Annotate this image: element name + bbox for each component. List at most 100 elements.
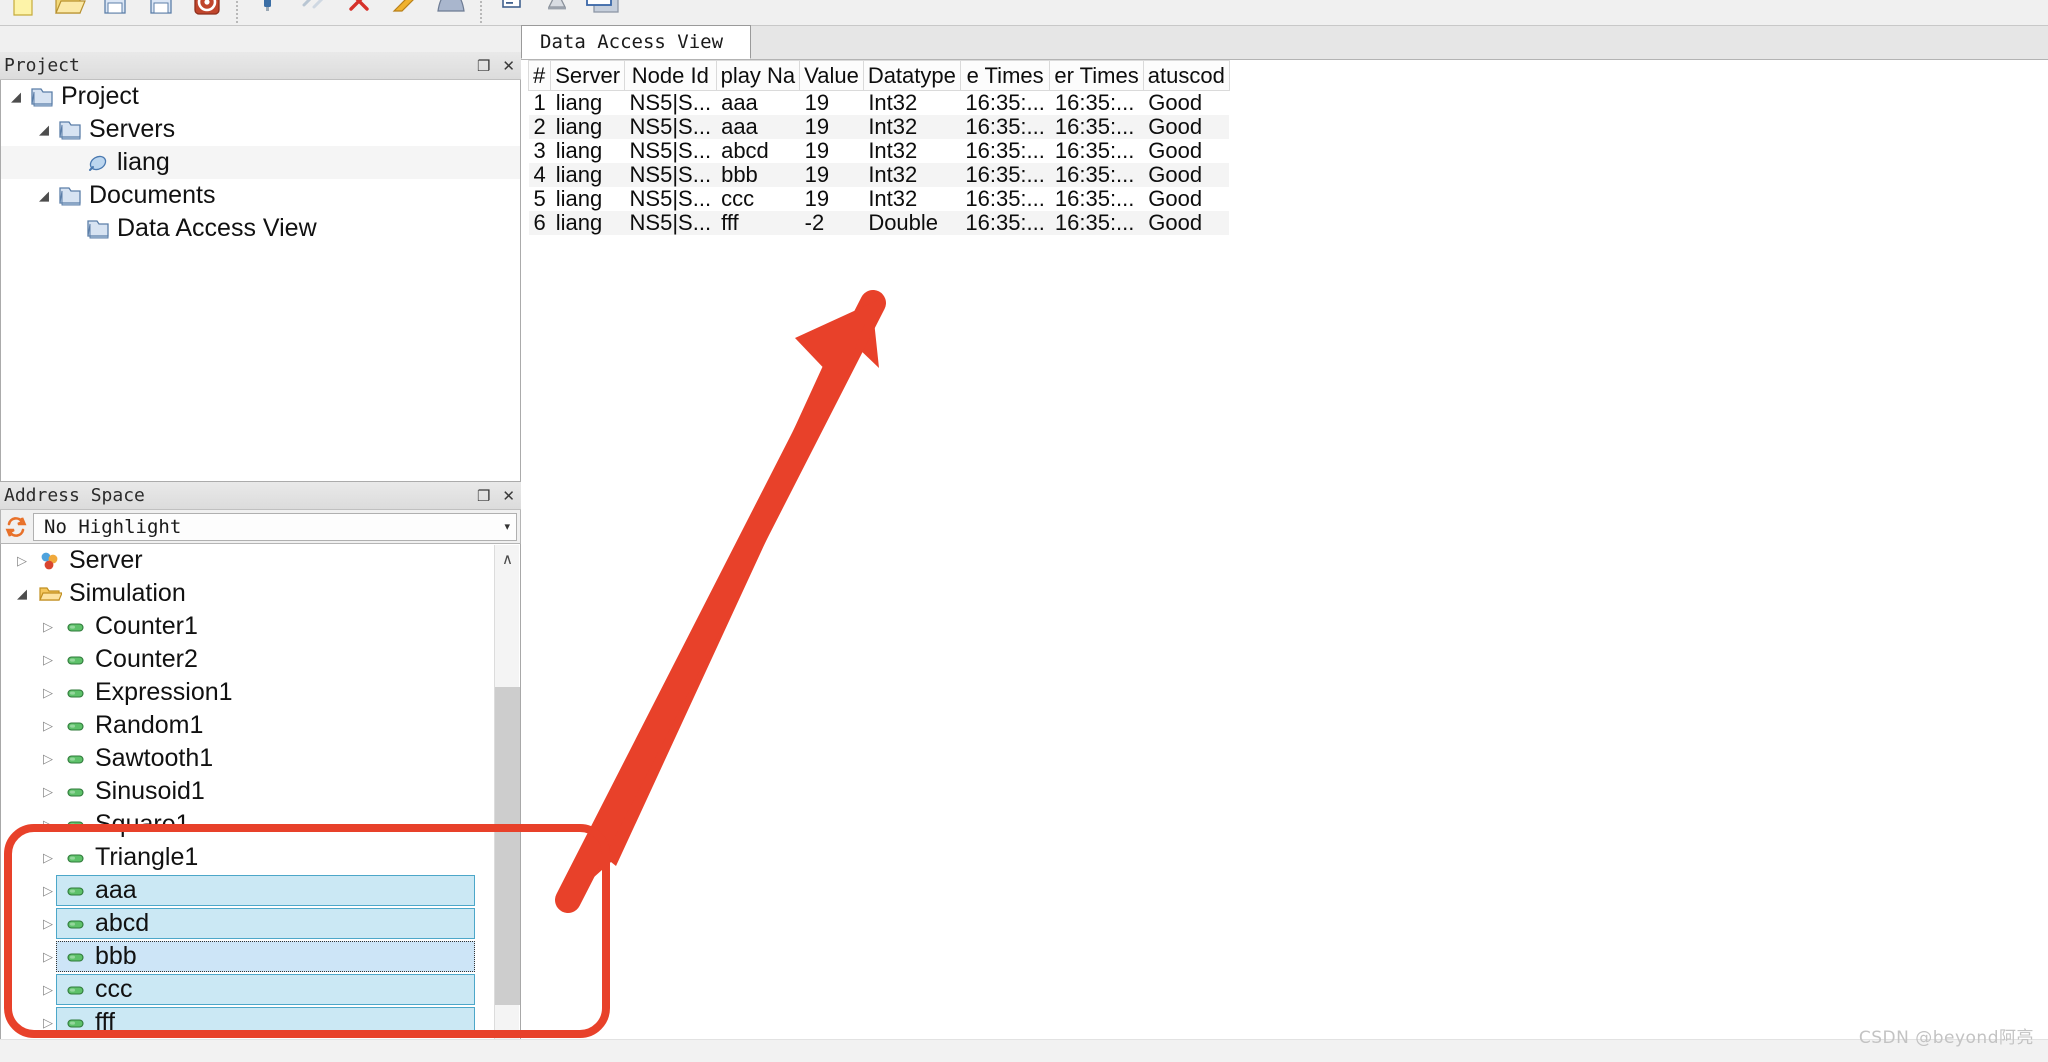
variable-icon	[61, 881, 91, 901]
address-space-tree-item[interactable]: ▷ Square1	[1, 808, 495, 841]
project-panel: Project ❐ ✕ ◢ Project ◢ Servers liang ◢ Docume…	[0, 52, 521, 482]
address-space-tree-item[interactable]: ▷ Sawtooth1	[1, 742, 495, 775]
project-panel-close-button[interactable]: ✕	[502, 59, 515, 74]
project-tree-item[interactable]: ◢ Documents	[1, 179, 520, 212]
document-tabstrip: Data Access View	[521, 25, 2048, 60]
column-header-server[interactable]: Server	[550, 60, 626, 91]
table-row[interactable]: 2 liang NS5|S... aaa 19 Int32 16:35:... 16:35:.…	[528, 115, 1230, 139]
table-row[interactable]: 6 liang NS5|S... fff -2 Double 16:35:... 16:35:…	[528, 211, 1230, 235]
address-space-tree-item[interactable]: ▷ Counter1	[1, 610, 495, 643]
table-cell-server: liang	[555, 211, 603, 235]
address-space-tree-item-label: Sawtooth1	[95, 744, 214, 772]
tab-data-access-view[interactable]: Data Access View	[521, 25, 751, 59]
expand-arrow-closed-icon[interactable]: ▷	[9, 554, 35, 567]
expand-arrow-closed-icon[interactable]: ▷	[35, 752, 61, 765]
address-space-tree-item[interactable]: ▷ Server	[1, 544, 495, 577]
project-tree-item[interactable]: ◢ Servers	[1, 113, 520, 146]
variable-icon	[61, 914, 91, 934]
expand-arrow-closed-icon[interactable]: ▷	[35, 983, 61, 996]
table-cell-value: 19	[804, 187, 830, 211]
address-space-tree-item[interactable]: ▷ abcd	[1, 907, 495, 940]
address-space-tree-item[interactable]: ▷ Random1	[1, 709, 495, 742]
disconnect-server-icon[interactable]	[290, 0, 336, 25]
expand-arrow-closed-icon[interactable]: ▷	[35, 1016, 61, 1029]
table-row[interactable]: 4 liang NS5|S... bbb 19 Int32 16:35:... 16:35:.…	[528, 163, 1230, 187]
table-row[interactable]: 5 liang NS5|S... ccc 19 Int32 16:35:... 16:35:.…	[528, 187, 1230, 211]
address-space-tree-item[interactable]: ▷ fff	[1, 1006, 495, 1039]
server-node-icon	[35, 550, 65, 572]
address-space-tree-item[interactable]: ◢ Simulation	[1, 577, 495, 610]
address-space-close-button[interactable]: ✕	[502, 489, 515, 504]
table-cell-dtype: Int32	[868, 187, 918, 211]
expand-arrow-closed-icon[interactable]: ▷	[35, 884, 61, 897]
address-space-tree-item[interactable]: ▷ bbb	[1, 940, 495, 973]
column-header-value[interactable]: Value	[799, 60, 864, 91]
column-header-disp[interactable]: play Na	[715, 60, 801, 91]
monitor-icon[interactable]	[580, 0, 626, 25]
scroll-up-icon[interactable]: ∧	[495, 545, 520, 573]
address-space-tree-item[interactable]: ▷ aaa	[1, 874, 495, 907]
table-cell-disp: fff	[721, 211, 739, 235]
table-cell-nodeid: NS5|S...	[629, 163, 712, 187]
address-space-tree-item[interactable]: ▷ Triangle1	[1, 841, 495, 874]
settings-icon[interactable]	[534, 0, 580, 25]
expand-arrow-open-icon[interactable]: ◢	[33, 123, 55, 136]
table-cell-nodeid: NS5|S...	[629, 139, 712, 163]
table-row[interactable]: 1 liang NS5|S... aaa 19 Int32 16:35:... 16:35:.…	[528, 90, 1230, 115]
project-panel-float-button[interactable]: ❐	[477, 59, 490, 74]
expand-arrow-closed-icon[interactable]: ▷	[35, 917, 61, 930]
expand-arrow-closed-icon[interactable]: ▷	[35, 818, 61, 831]
address-space-tree-item-label: Server	[69, 546, 143, 574]
connect-server-icon[interactable]	[244, 0, 290, 25]
address-space-float-button[interactable]: ❐	[477, 489, 490, 504]
refresh-icon[interactable]	[1, 511, 31, 543]
address-space-tree-item[interactable]: ▷ Counter2	[1, 643, 495, 676]
expand-arrow-open-icon[interactable]: ◢	[33, 189, 55, 202]
table-cell-num: 6	[533, 211, 546, 235]
save-project-icon[interactable]	[92, 0, 138, 25]
address-space-tree-item-label: aaa	[95, 876, 137, 904]
project-tree-item[interactable]: Data Access View	[1, 212, 520, 245]
stop-icon[interactable]	[184, 0, 230, 25]
log-window-icon[interactable]	[488, 0, 534, 25]
expand-arrow-closed-icon[interactable]: ▷	[35, 620, 61, 633]
address-space-tree-item-label: Sinusoid1	[95, 777, 205, 805]
scrollbar-thumb[interactable]	[495, 687, 520, 1005]
expand-arrow-open-icon[interactable]: ◢	[5, 90, 27, 103]
expand-arrow-open-icon[interactable]: ◢	[9, 587, 35, 600]
address-space-tree-item[interactable]: ▷ Sinusoid1	[1, 775, 495, 808]
table-cell-nodeid: NS5|S...	[629, 187, 712, 211]
expand-arrow-closed-icon[interactable]: ▷	[35, 686, 61, 699]
project-tree-item[interactable]: ◢ Project	[1, 80, 520, 113]
expand-arrow-closed-icon[interactable]: ▷	[35, 851, 61, 864]
column-header-stat[interactable]: atuscod	[1142, 60, 1230, 91]
column-header-num[interactable]: #	[527, 60, 552, 91]
column-header-srv[interactable]: er Times	[1049, 60, 1144, 91]
expand-arrow-closed-icon[interactable]: ▷	[35, 719, 61, 732]
address-space-tree[interactable]: ▷ Server ◢ Simulation ▷ Counter1 ▷ Counter2 ▷ Exp…	[0, 544, 521, 1062]
address-space-tree-item[interactable]: ▷ Expression1	[1, 676, 495, 709]
remove-server-icon[interactable]	[336, 0, 382, 25]
column-header-src[interactable]: e Times	[959, 60, 1051, 91]
table-cell-src: 16:35:...	[965, 139, 1045, 163]
column-header-dtype[interactable]: Datatype	[862, 60, 961, 91]
column-header-nodeid[interactable]: Node Id	[624, 60, 717, 91]
toolbar-group-file	[0, 0, 230, 25]
highlight-select[interactable]: No Highlight ▾	[33, 512, 517, 541]
expand-arrow-closed-icon[interactable]: ▷	[35, 785, 61, 798]
address-space-tree-item[interactable]: ▷ ccc	[1, 973, 495, 1006]
table-row[interactable]: 3 liang NS5|S... abcd 19 Int32 16:35:... 16:35:…	[528, 139, 1230, 163]
project-tree-item-label: Servers	[89, 115, 176, 143]
project-tree-item[interactable]: liang	[1, 146, 520, 179]
certificate-icon[interactable]	[428, 0, 474, 25]
expand-arrow-closed-icon[interactable]: ▷	[35, 653, 61, 666]
add-document-icon[interactable]	[382, 0, 428, 25]
expand-arrow-closed-icon[interactable]: ▷	[35, 950, 61, 963]
table-cell-stat: Good	[1148, 139, 1203, 163]
address-space-scrollbar[interactable]: ∧ ∨	[494, 545, 520, 1062]
project-tree[interactable]: ◢ Project ◢ Servers liang ◢ Documents Data Acce…	[0, 80, 521, 482]
table-cell-server: liang	[555, 115, 603, 139]
new-project-icon[interactable]	[0, 0, 46, 25]
open-project-icon[interactable]	[46, 0, 92, 25]
save-as-icon[interactable]	[138, 0, 184, 25]
